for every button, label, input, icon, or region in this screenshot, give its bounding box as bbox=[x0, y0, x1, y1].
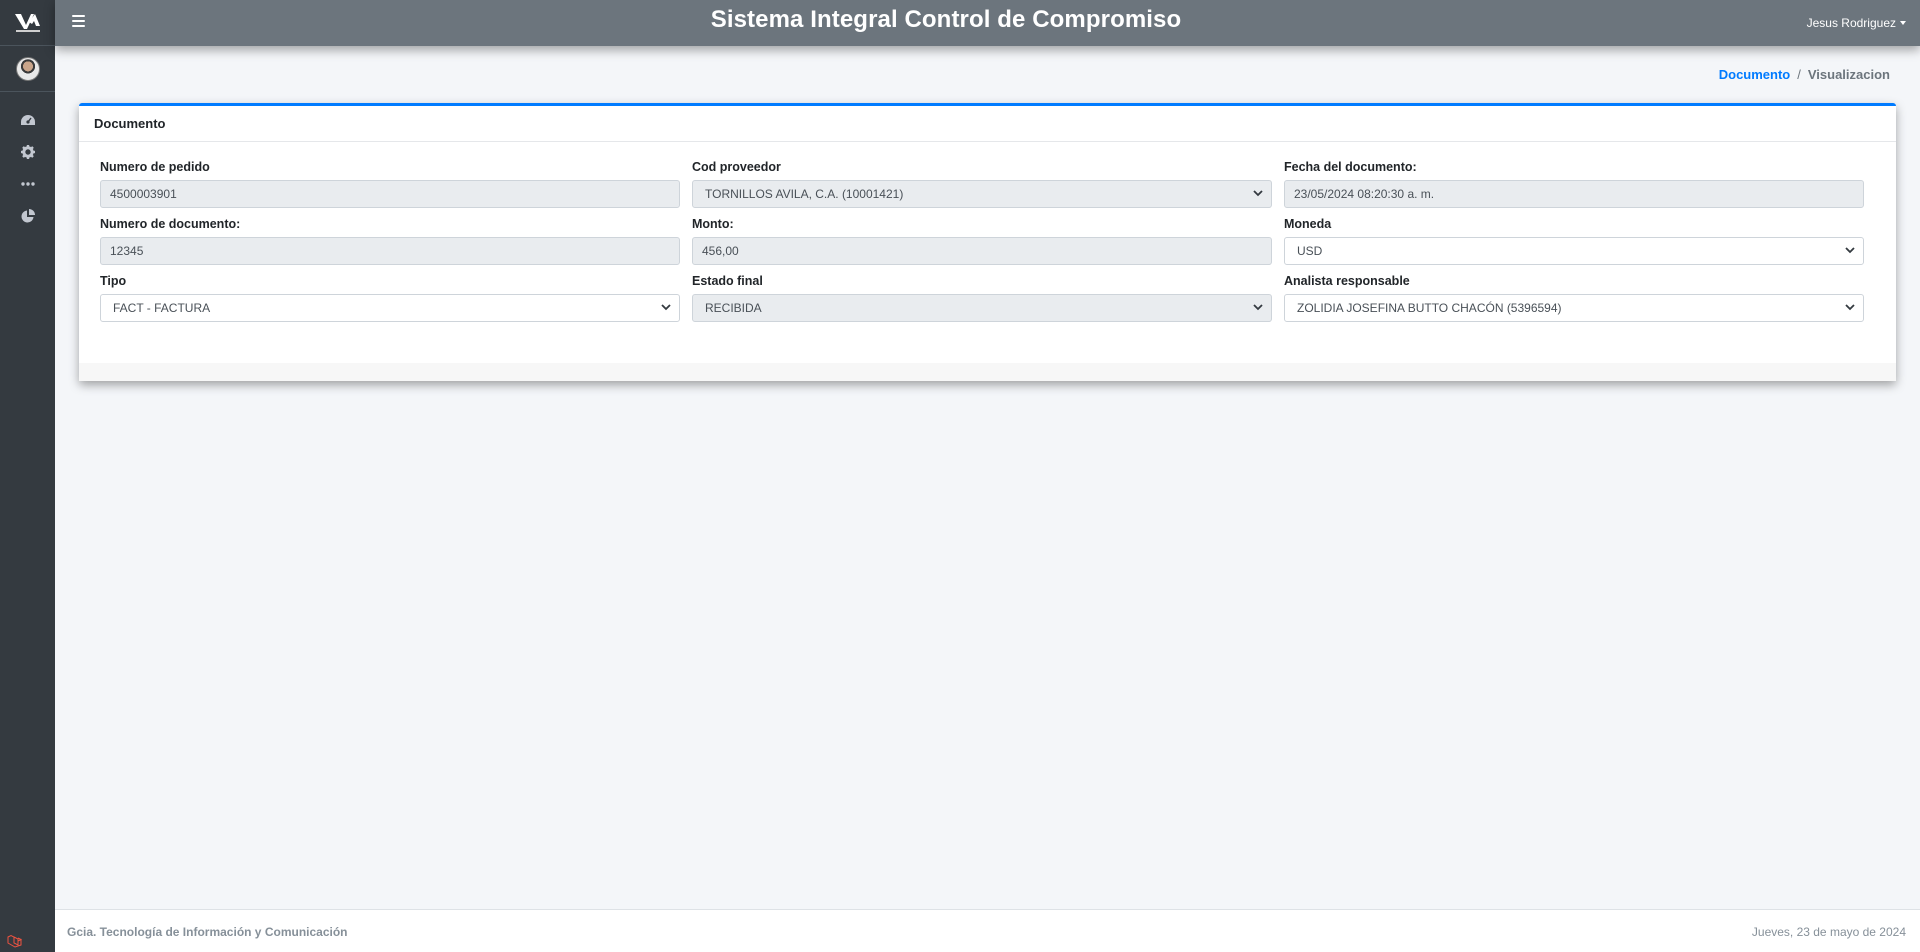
sidebar-nav bbox=[0, 92, 55, 232]
field-tipo: Tipo FACT - FACTURA bbox=[100, 274, 680, 322]
chevron-down-icon bbox=[1253, 304, 1263, 311]
field-fecha-documento: Fecha del documento: 23/05/2024 08:20:30… bbox=[1284, 160, 1864, 208]
field-analista: Analista responsable ZOLIDIA JOSEFINA BU… bbox=[1284, 274, 1864, 322]
pie-chart-icon bbox=[21, 209, 35, 223]
document-card: Documento Numero de pedido 4500003901 Co… bbox=[79, 103, 1896, 381]
fecha-documento-value: 23/05/2024 08:20:30 a. m. bbox=[1294, 187, 1435, 201]
brand-logo[interactable] bbox=[0, 0, 55, 46]
numero-documento-input[interactable]: 12345 bbox=[100, 237, 680, 265]
label-numero-pedido: Numero de pedido bbox=[100, 160, 210, 174]
gear-icon bbox=[20, 145, 35, 159]
sidebar bbox=[0, 0, 55, 952]
user-menu[interactable]: Jesus Rodriguez bbox=[1807, 16, 1906, 30]
user-panel[interactable] bbox=[0, 46, 55, 92]
label-numero-documento: Numero de documento: bbox=[100, 217, 241, 231]
field-numero-documento: Numero de documento: 12345 bbox=[100, 217, 680, 265]
caret-down-icon bbox=[1900, 21, 1906, 25]
label-estado-final: Estado final bbox=[692, 274, 763, 288]
footer-org: Gcia. Tecnología de Información y Comuni… bbox=[67, 925, 348, 939]
breadcrumb: Documento / Visualizacion bbox=[1719, 67, 1890, 82]
cod-proveedor-select[interactable]: TORNILLOS AVILA, C.A. (10001421) bbox=[692, 180, 1272, 208]
sidebar-item-more[interactable] bbox=[0, 168, 55, 200]
analista-select[interactable]: ZOLIDIA JOSEFINA BUTTO CHACÓN (5396594) bbox=[1284, 294, 1864, 322]
sidebar-item-dashboard[interactable] bbox=[0, 104, 55, 136]
page-footer: Gcia. Tecnología de Información y Comuni… bbox=[55, 909, 1920, 952]
avatar bbox=[15, 56, 40, 81]
card-header: Documento bbox=[79, 106, 1896, 142]
numero-documento-value: 12345 bbox=[110, 244, 144, 258]
field-numero-pedido: Numero de pedido 4500003901 bbox=[100, 160, 680, 208]
label-tipo: Tipo bbox=[100, 274, 127, 288]
field-moneda: Moneda USD bbox=[1284, 217, 1864, 265]
field-monto: Monto: 456,00 bbox=[692, 217, 1272, 265]
top-navbar: Sistema Integral Control de Compromiso J… bbox=[55, 0, 1920, 46]
label-moneda: Moneda bbox=[1284, 217, 1332, 231]
logo-icon bbox=[14, 13, 40, 32]
chevron-down-icon bbox=[1253, 190, 1263, 197]
moneda-select[interactable]: USD bbox=[1284, 237, 1864, 265]
label-analista: Analista responsable bbox=[1284, 274, 1410, 288]
sidebar-item-reports[interactable] bbox=[0, 200, 55, 232]
analista-value: ZOLIDIA JOSEFINA BUTTO CHACÓN (5396594) bbox=[1297, 301, 1562, 315]
monto-input[interactable]: 456,00 bbox=[692, 237, 1272, 265]
chevron-down-icon bbox=[1845, 247, 1855, 254]
label-monto: Monto: bbox=[692, 217, 734, 231]
breadcrumb-separator: / bbox=[1797, 67, 1801, 82]
monto-value: 456,00 bbox=[702, 244, 739, 258]
label-fecha-documento: Fecha del documento: bbox=[1284, 160, 1417, 174]
framework-logo bbox=[0, 930, 30, 952]
tipo-select[interactable]: FACT - FACTURA bbox=[100, 294, 680, 322]
more-dots-icon bbox=[20, 182, 35, 186]
label-cod-proveedor: Cod proveedor bbox=[692, 160, 781, 174]
estado-final-value: RECIBIDA bbox=[705, 301, 762, 315]
dashboard-icon bbox=[20, 115, 35, 125]
numero-pedido-value: 4500003901 bbox=[110, 187, 177, 201]
field-estado-final: Estado final RECIBIDA bbox=[692, 274, 1272, 322]
sidebar-item-settings[interactable] bbox=[0, 136, 55, 168]
user-name: Jesus Rodriguez bbox=[1806, 16, 1896, 30]
estado-final-select[interactable]: RECIBIDA bbox=[692, 294, 1272, 322]
laravel-icon bbox=[7, 934, 23, 948]
breadcrumb-current: Visualizacion bbox=[1807, 67, 1890, 82]
fecha-documento-input[interactable]: 23/05/2024 08:20:30 a. m. bbox=[1284, 180, 1864, 208]
document-form: Numero de pedido 4500003901 Cod proveedo… bbox=[79, 142, 1896, 322]
field-cod-proveedor: Cod proveedor TORNILLOS AVILA, C.A. (100… bbox=[692, 160, 1272, 208]
tipo-value: FACT - FACTURA bbox=[113, 301, 211, 315]
cod-proveedor-value: TORNILLOS AVILA, C.A. (10001421) bbox=[705, 187, 904, 201]
card-title: Documento bbox=[94, 116, 166, 131]
app-title: Sistema Integral Control de Compromiso bbox=[710, 6, 1182, 33]
breadcrumb-link-documento[interactable]: Documento bbox=[1719, 67, 1791, 82]
moneda-value: USD bbox=[1297, 244, 1323, 258]
numero-pedido-input[interactable]: 4500003901 bbox=[100, 180, 680, 208]
chevron-down-icon bbox=[661, 304, 671, 311]
footer-date: Jueves, 23 de mayo de 2024 bbox=[1751, 925, 1906, 939]
card-footer bbox=[79, 363, 1896, 381]
chevron-down-icon bbox=[1845, 304, 1855, 311]
